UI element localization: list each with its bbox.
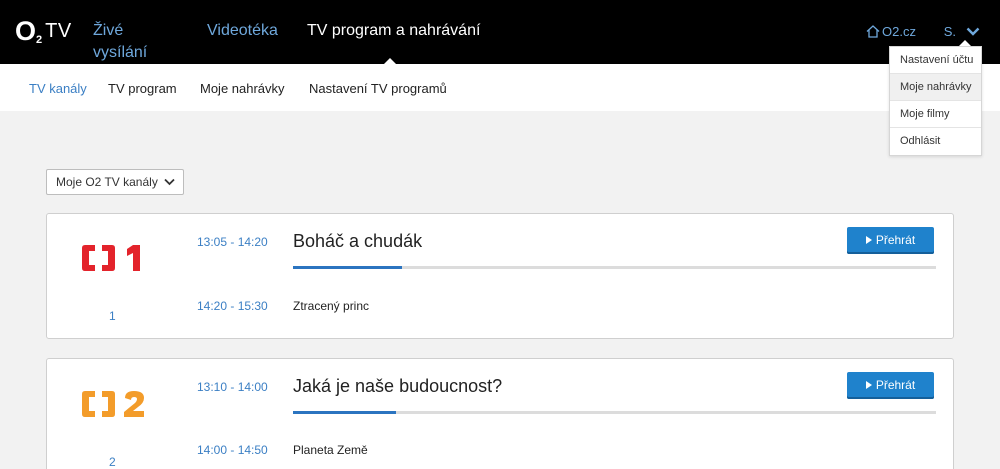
program-progress-fill <box>293 411 396 414</box>
subnav-tv-program[interactable]: TV program <box>108 81 177 96</box>
subnav-nastaveni-programu[interactable]: Nastavení TV programů <box>309 81 447 96</box>
menu-item-logout[interactable]: Odhlásit <box>890 128 981 155</box>
menu-item-account-settings[interactable]: Nastavení účtu <box>890 47 981 74</box>
sub-nav: TV kanály TV program Moje nahrávky Nasta… <box>0 64 1000 111</box>
play-label: Přehrát <box>875 233 916 247</box>
user-dropdown-menu: Nastavení účtu Moje nahrávky Moje filmy … <box>889 46 982 156</box>
channel-card: 1 13:05 - 14:20 Boháč a chudák Přehrát 1… <box>46 213 954 339</box>
main-nav: Živé vysílání Videotéka TV program a nah… <box>93 20 509 64</box>
program-time: 13:10 - 14:00 <box>197 380 268 394</box>
user-menu-caret <box>959 40 971 46</box>
active-subnav-indicator <box>54 104 68 111</box>
program-progress <box>293 411 936 414</box>
next-program-time: 14:00 - 14:50 <box>197 443 268 457</box>
menu-item-my-recordings[interactable]: Moje nahrávky <box>890 74 981 101</box>
program-title[interactable]: Jaká je naše budoucnost? <box>293 376 502 397</box>
channel-number[interactable]: 1 <box>109 309 116 323</box>
program-time: 13:05 - 14:20 <box>197 235 268 249</box>
logo-tv: TV <box>45 20 72 42</box>
play-icon <box>865 381 872 389</box>
next-program-title[interactable]: Ztracený princ <box>293 299 369 313</box>
nav-videoteka[interactable]: Videotéka <box>207 20 278 64</box>
subnav-tv-kanaly[interactable]: TV kanály <box>29 81 87 96</box>
play-button[interactable]: Přehrát <box>847 372 934 399</box>
o2-tv-logo[interactable]: O 2 TV <box>15 16 72 47</box>
menu-item-my-movies[interactable]: Moje filmy <box>890 101 981 128</box>
user-initial: S. <box>943 24 956 39</box>
channel-card: 2 13:10 - 14:00 Jaká je naše budoucnost?… <box>46 358 954 469</box>
channel-filter-value: Moje O2 TV kanály <box>56 175 158 189</box>
chevron-down-icon <box>164 178 175 186</box>
top-bar: O 2 TV Živé vysílání Videotéka TV progra… <box>0 0 1000 64</box>
logo-two: 2 <box>36 34 43 46</box>
program-title[interactable]: Boháč a chudák <box>293 231 422 252</box>
subnav-moje-nahravky[interactable]: Moje nahrávky <box>200 81 285 96</box>
o2-cz-link[interactable]: O2.cz <box>866 24 916 39</box>
ct1-logo[interactable] <box>81 243 147 273</box>
user-menu-toggle[interactable]: S. <box>944 24 980 39</box>
next-program-title[interactable]: Planeta Země <box>293 443 368 457</box>
ct2-logo[interactable] <box>81 389 147 419</box>
play-label: Přehrát <box>875 378 916 392</box>
play-icon <box>865 236 872 244</box>
play-button[interactable]: Přehrát <box>847 227 934 254</box>
program-progress <box>293 266 936 269</box>
program-progress-fill <box>293 266 403 269</box>
next-program-time: 14:20 - 15:30 <box>197 299 268 313</box>
nav-live-tv[interactable]: Živé vysílání <box>93 20 178 64</box>
chevron-down-icon <box>966 27 980 36</box>
o2-cz-label: O2.cz <box>882 24 916 39</box>
logo-o: O <box>15 16 37 46</box>
channel-filter-select[interactable]: Moje O2 TV kanály <box>46 169 184 195</box>
channel-number[interactable]: 2 <box>109 455 116 469</box>
home-icon <box>866 25 880 38</box>
